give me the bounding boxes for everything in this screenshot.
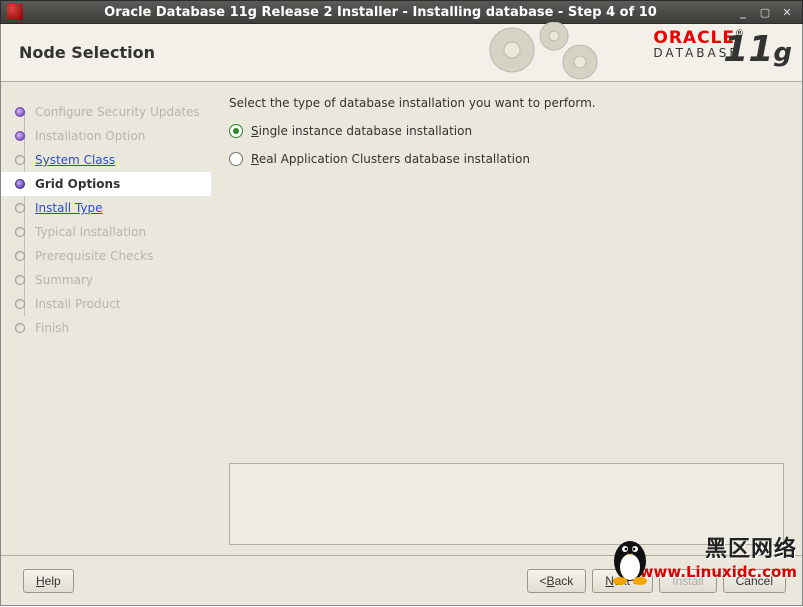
wizard-step-1: Installation Option: [15, 124, 211, 148]
step-dot-icon: [15, 131, 25, 141]
radio-label: Single instance database installation: [251, 124, 472, 138]
maximize-button[interactable]: ▢: [756, 4, 774, 20]
wizard-step-8: Install Product: [15, 292, 211, 316]
help-button[interactable]: Help: [23, 569, 74, 593]
wizard-step-6: Prerequisite Checks: [15, 244, 211, 268]
install-type-radio-group: Single instance database installation Rea…: [229, 124, 784, 180]
step-dot-icon: [15, 275, 25, 285]
back-button[interactable]: < Back: [527, 569, 587, 593]
wizard-step-7: Summary: [15, 268, 211, 292]
brand-version: 11g: [723, 32, 792, 68]
install-button: Install: [659, 569, 716, 593]
step-dot-icon: [15, 203, 25, 213]
next-button[interactable]: Next >: [592, 569, 653, 593]
step-dot-icon: [15, 107, 25, 117]
footer: Help < Back Next > Install Cancel: [1, 555, 802, 605]
oracle-logo: ORACLE® DATABASE 11g: [653, 30, 790, 59]
step-dot-icon: [15, 179, 25, 189]
radio-icon[interactable]: [229, 152, 243, 166]
step-label: Prerequisite Checks: [35, 249, 153, 263]
cancel-button[interactable]: Cancel: [723, 569, 786, 593]
step-dot-icon: [15, 251, 25, 261]
close-button[interactable]: ✕: [778, 4, 796, 20]
step-dot-icon: [15, 323, 25, 333]
install-option-1[interactable]: Real Application Clusters database insta…: [229, 152, 784, 166]
gears-decoration: [472, 22, 632, 82]
step-label: Installation Option: [35, 129, 145, 143]
content-area: Configure Security Updates Installation O…: [1, 82, 802, 555]
step-label: Finish: [35, 321, 69, 335]
instruction-text: Select the type of database installation…: [229, 96, 784, 110]
step-label: Grid Options: [35, 177, 120, 191]
minimize-button[interactable]: _: [734, 4, 752, 20]
main-panel: Select the type of database installation…: [211, 82, 802, 555]
wizard-step-3: Grid Options: [1, 172, 211, 196]
step-label: Install Type: [35, 201, 103, 215]
radio-label: Real Application Clusters database insta…: [251, 152, 530, 166]
step-label: Configure Security Updates: [35, 105, 200, 119]
step-dot-icon: [15, 299, 25, 309]
wizard-step-2[interactable]: System Class: [15, 148, 211, 172]
step-label: System Class: [35, 153, 115, 167]
window-body: Node Selection ORACLE® DATABASE 11g Conf…: [0, 24, 803, 606]
window-title: Oracle Database 11g Release 2 Installer …: [31, 5, 730, 20]
step-label: Typical Installation: [35, 225, 146, 239]
wizard-sidebar: Configure Security Updates Installation O…: [1, 82, 211, 555]
step-label: Summary: [35, 273, 93, 287]
radio-icon[interactable]: [229, 124, 243, 138]
step-list: Configure Security Updates Installation O…: [15, 100, 211, 340]
wizard-step-5: Typical Installation: [15, 220, 211, 244]
window-titlebar: Oracle Database 11g Release 2 Installer …: [0, 0, 803, 24]
install-option-0[interactable]: Single instance database installation: [229, 124, 784, 138]
wizard-step-0: Configure Security Updates: [15, 100, 211, 124]
app-icon: [7, 4, 23, 20]
step-label: Install Product: [35, 297, 121, 311]
step-dot-icon: [15, 155, 25, 165]
message-box: [229, 463, 784, 545]
header: Node Selection ORACLE® DATABASE 11g: [1, 24, 802, 82]
page-title: Node Selection: [1, 43, 155, 62]
step-dot-icon: [15, 227, 25, 237]
wizard-step-9: Finish: [15, 316, 211, 340]
wizard-step-4[interactable]: Install Type: [15, 196, 211, 220]
